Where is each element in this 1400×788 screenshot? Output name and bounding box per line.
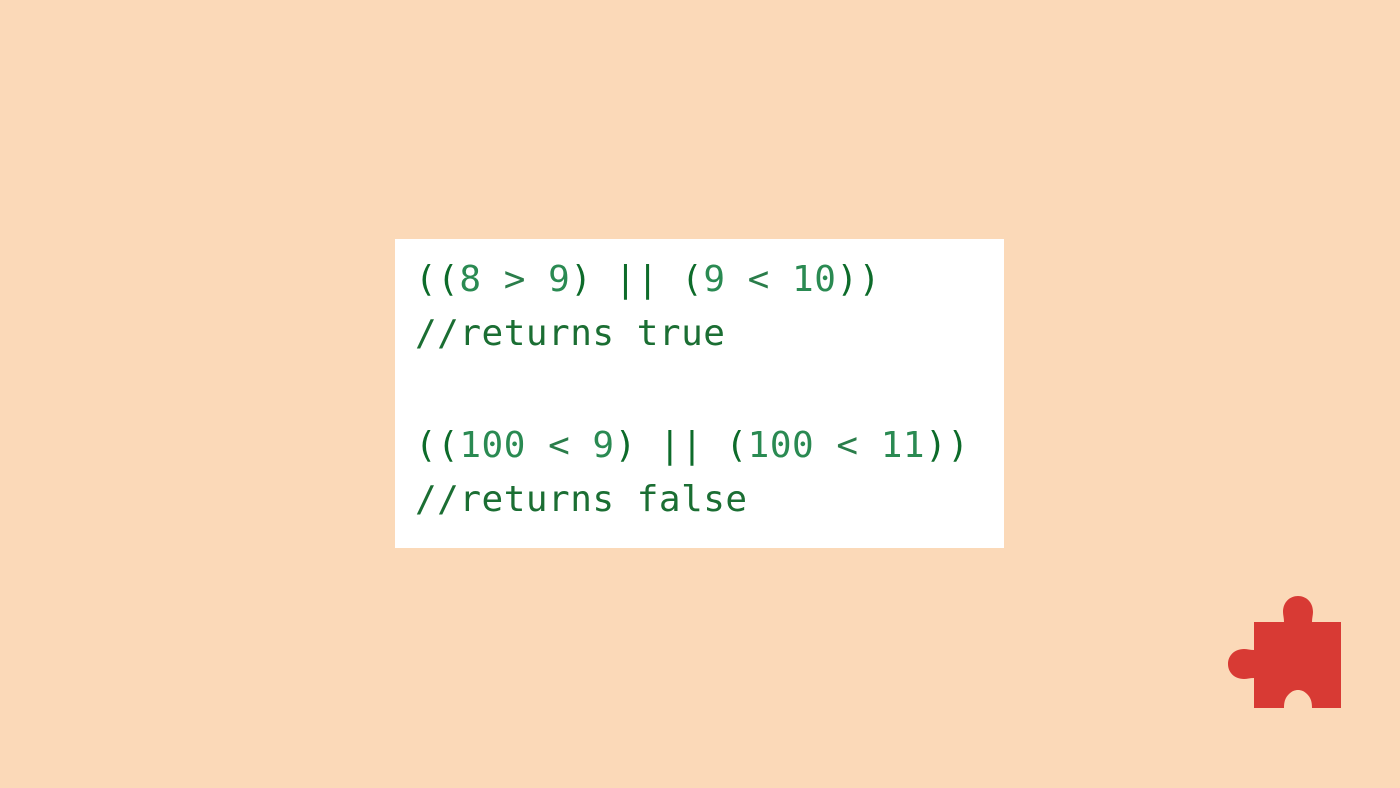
code-token: 9 xyxy=(592,425,615,466)
code-token: 8 xyxy=(459,259,482,300)
code-token: 100 xyxy=(747,425,815,466)
code-comment: //returns false xyxy=(415,479,748,520)
code-token: > xyxy=(481,259,549,300)
code-token: (( xyxy=(415,425,460,466)
code-line: ((8 > 9) || (9 < 10)) xyxy=(415,253,1004,307)
code-token: )) xyxy=(925,425,970,466)
code-token: )) xyxy=(836,259,881,300)
puzzle-piece-shape xyxy=(1228,596,1341,708)
puzzle-piece-icon xyxy=(1228,596,1341,708)
code-line: //returns false xyxy=(415,473,1004,527)
code-token: < xyxy=(525,425,593,466)
code-token: 10 xyxy=(792,259,837,300)
code-token: < xyxy=(814,425,881,466)
code-token: (( xyxy=(415,259,460,300)
code-comment: //returns true xyxy=(415,313,726,354)
code-line: //returns true xyxy=(415,307,1004,361)
code-token: 11 xyxy=(880,425,926,466)
code-token: 9 xyxy=(703,259,726,300)
code-token: ) || ( xyxy=(614,425,748,466)
code-snippet: ((8 > 9) || (9 < 10))//returns true ((100… xyxy=(395,239,1004,548)
code-line: ((100 < 9) || (100 < 11)) xyxy=(415,419,1004,473)
slide-background: ((8 > 9) || (9 < 10))//returns true ((100… xyxy=(0,0,1400,788)
code-token: 100 xyxy=(459,425,526,466)
code-token: 9 xyxy=(548,259,571,300)
code-lines: ((8 > 9) || (9 < 10))//returns true ((100… xyxy=(415,253,1004,527)
code-token: ) || ( xyxy=(570,259,704,300)
code-token: < xyxy=(725,259,793,300)
